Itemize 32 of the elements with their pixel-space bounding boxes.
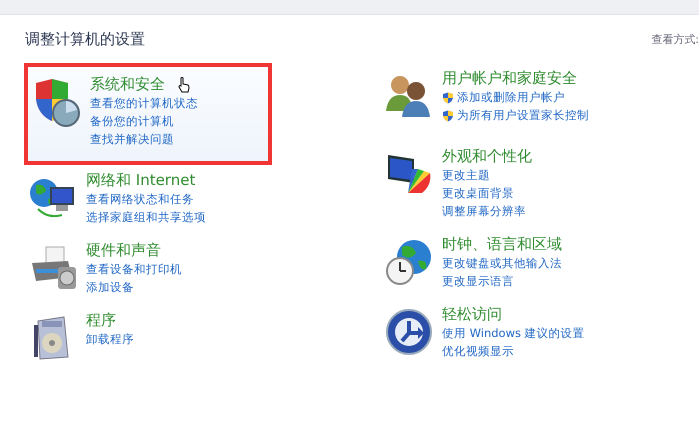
task-link[interactable]: 卸载程序 bbox=[86, 331, 134, 348]
task-link[interactable]: 查看您的计算机状态 bbox=[90, 95, 198, 112]
globe-clock-icon bbox=[384, 237, 434, 287]
task-link[interactable]: 查看设备和打印机 bbox=[86, 261, 182, 278]
task-link[interactable]: 更改桌面背景 bbox=[442, 185, 532, 202]
task-link[interactable]: 使用 Windows 建议的设置 bbox=[442, 325, 585, 342]
task-link[interactable]: 备份您的计算机 bbox=[90, 113, 198, 130]
task-link[interactable]: 添加设备 bbox=[86, 279, 182, 296]
task-link[interactable]: 调整屏幕分辨率 bbox=[442, 203, 532, 220]
category-link[interactable]: 用户帐户和家庭安全 bbox=[442, 69, 589, 88]
task-link[interactable]: 优化视频显示 bbox=[442, 343, 585, 360]
category-link[interactable]: 程序 bbox=[86, 311, 134, 330]
category-link[interactable]: 硬件和声音 bbox=[86, 241, 182, 260]
shield-icon bbox=[442, 110, 454, 122]
view-by-label: 查看方式: bbox=[651, 32, 699, 46]
category-link[interactable]: 轻松访问 bbox=[442, 305, 585, 324]
page-heading: 调整计算机的设置 bbox=[25, 30, 145, 48]
category-link[interactable]: 时钟、语言和区域 bbox=[442, 235, 562, 254]
task-link[interactable]: 查找并解决问题 bbox=[90, 131, 198, 148]
category-link[interactable]: 网络和 Internet bbox=[86, 171, 206, 190]
category-link[interactable]: 系统和安全 bbox=[90, 75, 198, 94]
task-link[interactable]: 添加或删除用户帐户 bbox=[442, 89, 589, 106]
task-link[interactable]: 查看网络状态和任务 bbox=[86, 191, 206, 208]
task-link[interactable]: 为所有用户设置家长控制 bbox=[442, 107, 589, 124]
task-link[interactable]: 更改主题 bbox=[442, 167, 532, 184]
task-link[interactable]: 选择家庭组和共享选项 bbox=[86, 209, 206, 226]
shield-icon bbox=[442, 92, 454, 104]
hand-cursor-icon bbox=[178, 77, 190, 93]
category-link[interactable]: 外观和个性化 bbox=[442, 147, 532, 166]
task-link[interactable]: 更改键盘或其他输入法 bbox=[442, 255, 562, 272]
accessibility-icon bbox=[384, 307, 434, 357]
task-link[interactable]: 更改显示语言 bbox=[442, 273, 562, 290]
